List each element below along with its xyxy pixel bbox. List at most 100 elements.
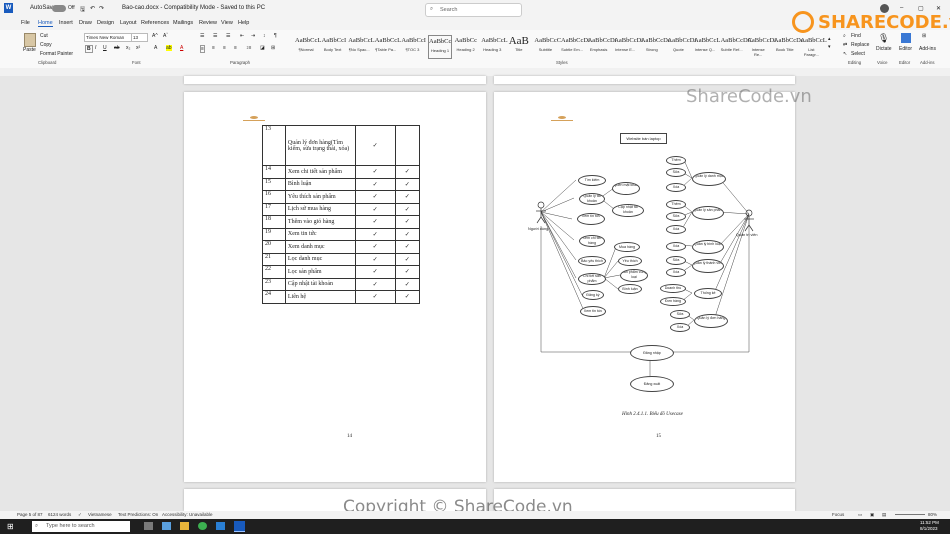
microphone-icon[interactable]: 🎙: [878, 33, 889, 44]
font-name-field[interactable]: Times New Roman: [84, 33, 132, 42]
paste-button[interactable]: Paste: [23, 47, 36, 53]
spell-check-icon[interactable]: ✓: [78, 512, 82, 518]
style-7[interactable]: AaBbCcL Heading 3: [481, 35, 507, 57]
tab-file[interactable]: File: [21, 20, 30, 26]
close-icon[interactable]: ✕: [936, 5, 941, 12]
superscript-icon[interactable]: x²: [136, 45, 140, 51]
font-color-icon[interactable]: A: [180, 45, 183, 51]
underline-icon[interactable]: U: [103, 45, 107, 51]
focus-button[interactable]: Focus: [832, 512, 844, 517]
increase-indent-icon[interactable]: ⇥: [251, 33, 255, 39]
accessibility-status[interactable]: Accessibility: Unavailable: [162, 512, 213, 517]
tab-review[interactable]: Review: [199, 20, 217, 26]
multilevel-list-icon[interactable]: ☰: [226, 33, 230, 39]
style-11[interactable]: AaBbCcDi Emphasis: [588, 35, 617, 57]
line-spacing-icon[interactable]: ↕≡: [246, 45, 251, 51]
text-effects-icon[interactable]: A: [154, 45, 157, 51]
italic-icon[interactable]: I: [95, 45, 96, 51]
font-size-field[interactable]: 13: [131, 33, 148, 42]
find-button[interactable]: Find: [851, 33, 861, 39]
replace-button[interactable]: Replace: [851, 42, 869, 48]
style-19[interactable]: AaBbCcL List Paragr...: [800, 35, 826, 57]
editor-icon[interactable]: [901, 33, 911, 43]
taskbar-search[interactable]: ⌕ Type here to search: [32, 521, 130, 532]
style-2[interactable]: AaBbCcL ¶No Spac...: [348, 35, 374, 57]
windows-start-icon[interactable]: ⊞: [7, 522, 14, 531]
style-6[interactable]: AaBbCc Heading 2: [455, 35, 477, 57]
style-17[interactable]: AaBbCcDi Intense Re...: [747, 35, 776, 57]
styles-scroll-down-icon[interactable]: ▾: [828, 44, 831, 50]
text-predictions[interactable]: Text Predictions: On: [118, 512, 158, 517]
shrink-font-icon[interactable]: Aˇ: [163, 33, 168, 39]
tab-layout[interactable]: Layout: [120, 20, 137, 26]
align-left-icon[interactable]: ≡: [200, 45, 205, 53]
bullets-icon[interactable]: ☰: [200, 33, 204, 39]
taskbar-app-icon[interactable]: [162, 522, 171, 530]
page-count[interactable]: Page 5 of 87: [17, 512, 43, 517]
borders-icon[interactable]: ⊞: [271, 45, 275, 51]
tab-references[interactable]: References: [141, 20, 169, 26]
style-12[interactable]: AaBbCcDi Intense E...: [614, 35, 643, 57]
align-center-icon[interactable]: ≡: [212, 45, 215, 51]
tab-insert[interactable]: Insert: [59, 20, 73, 26]
autosave-toggle[interactable]: [52, 5, 66, 12]
select-icon[interactable]: ↖: [843, 51, 847, 57]
add-ins-icon[interactable]: ⊞: [922, 33, 926, 39]
ruler[interactable]: [0, 68, 950, 76]
vscode-icon[interactable]: [216, 522, 225, 530]
find-icon[interactable]: ⌕: [843, 33, 846, 39]
dictate-button[interactable]: Dictate: [876, 46, 892, 52]
tab-mailings[interactable]: Mailings: [173, 20, 193, 26]
maximize-icon[interactable]: ▢: [918, 5, 924, 12]
style-13[interactable]: AaBbCcDc Strong: [641, 35, 671, 57]
add-ins-button[interactable]: Add-ins: [919, 46, 936, 52]
paste-icon[interactable]: [24, 33, 36, 47]
format-painter-button[interactable]: Format Painter: [40, 51, 73, 57]
zoom-level[interactable]: 80%: [928, 512, 937, 517]
word-taskbar-icon[interactable]: [234, 521, 245, 532]
styles-scroll-up-icon[interactable]: ▴: [828, 36, 831, 42]
sort-icon[interactable]: ↕: [263, 33, 266, 39]
clock-time[interactable]: 11:52 PM: [920, 520, 939, 525]
cut-button[interactable]: Cut: [40, 33, 48, 39]
style-16[interactable]: AaBbCcDC Subtle Ref...: [721, 35, 752, 57]
shading-icon[interactable]: ◪: [260, 45, 265, 51]
tab-home[interactable]: Home: [38, 20, 53, 27]
subscript-icon[interactable]: x₂: [126, 45, 130, 51]
replace-icon[interactable]: ⇄: [843, 42, 847, 48]
search-box[interactable]: ⌕ Search: [425, 3, 522, 17]
print-layout-icon[interactable]: ▣: [870, 512, 874, 518]
chrome-icon[interactable]: [198, 522, 207, 530]
style-0[interactable]: AaBbCcL ¶Normal: [295, 35, 321, 57]
bold-icon[interactable]: B: [85, 45, 93, 53]
copy-button[interactable]: Copy: [40, 42, 52, 48]
highlight-icon[interactable]: ab: [166, 45, 172, 51]
word-count[interactable]: 6124 words: [48, 512, 71, 517]
style-18[interactable]: AaBbCcDc Book Title: [774, 35, 804, 57]
task-view-icon[interactable]: [144, 522, 153, 530]
save-icon[interactable]: 🖫: [80, 5, 85, 15]
style-5[interactable]: AaBbCc Heading 1: [428, 35, 452, 59]
file-explorer-icon[interactable]: [180, 522, 189, 530]
style-10[interactable]: AaBbCcDi Subtle Em...: [561, 35, 590, 57]
clock-date[interactable]: 8/1/2023: [920, 526, 938, 531]
minimize-icon[interactable]: –: [900, 5, 903, 11]
select-button[interactable]: Select: [851, 51, 865, 57]
tab-draw[interactable]: Draw: [79, 20, 92, 26]
read-mode-icon[interactable]: ▭: [858, 512, 862, 518]
tab-design[interactable]: Design: [97, 20, 114, 26]
tab-view[interactable]: View: [221, 20, 233, 26]
style-4[interactable]: AaBbCcI ¶TOC 3: [401, 35, 426, 57]
redo-icon[interactable]: ↷: [99, 5, 104, 12]
strikethrough-icon[interactable]: ab: [114, 45, 120, 51]
grow-font-icon[interactable]: A^: [152, 33, 158, 39]
style-1[interactable]: AaBbCcI Body Text: [322, 35, 347, 57]
align-right-icon[interactable]: ≡: [223, 45, 226, 51]
language[interactable]: Vietnamese: [88, 512, 112, 517]
tab-help[interactable]: Help: [238, 20, 249, 26]
zoom-slider[interactable]: [895, 514, 925, 515]
style-8[interactable]: AaB Title: [508, 35, 530, 57]
justify-icon[interactable]: ≡: [234, 45, 237, 51]
style-3[interactable]: AaBbCcL ¶Table Pa...: [375, 35, 401, 57]
style-15[interactable]: AaBbCcL Intense Q...: [694, 35, 720, 57]
